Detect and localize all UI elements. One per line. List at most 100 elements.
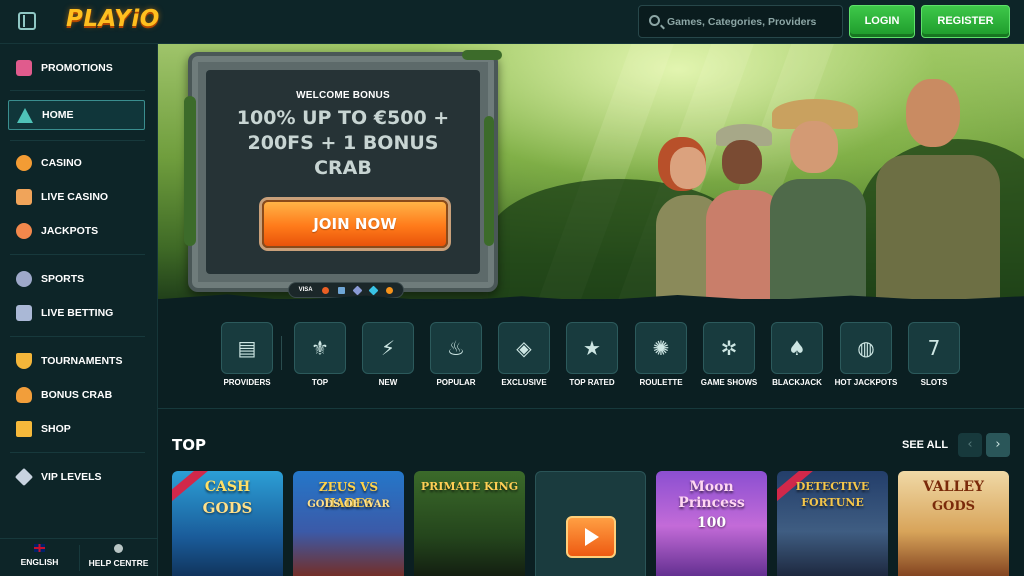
section-title-top: TOP	[172, 436, 206, 454]
divider	[10, 254, 145, 255]
uk-flag-icon	[34, 544, 45, 552]
trophy-icon	[16, 353, 32, 369]
game-title: CASH	[204, 479, 251, 495]
game-title: PRIMATE KING	[420, 480, 519, 493]
cards-icon	[16, 189, 32, 205]
category-new[interactable]: ⚡ NEW	[353, 322, 423, 388]
category-label: SLOTS	[920, 378, 948, 387]
sidebar-footer: ENGLISH HELP CENTRE	[0, 538, 158, 576]
category-slots[interactable]: 7 SLOTS	[899, 322, 969, 388]
divider	[10, 336, 145, 337]
sidebar-item-label: PROMOTIONS	[41, 62, 113, 74]
category-label: TOP RATED	[569, 378, 615, 387]
explorer-figure	[870, 79, 1000, 299]
category-exclusive[interactable]: ◈ EXCLUSIVE	[489, 322, 559, 388]
head	[722, 140, 762, 184]
bonus-kicker: WELCOME BONUS	[296, 90, 390, 101]
game-tile[interactable]: VALLEY GODS	[898, 471, 1009, 576]
category-label: ROULETTE	[639, 378, 683, 387]
explorer-figure	[766, 99, 866, 299]
slot-machine-icon: 7	[927, 336, 941, 360]
category-label: NEW	[378, 378, 398, 387]
search-box[interactable]	[638, 5, 843, 38]
roulette-icon: ✺	[652, 336, 670, 360]
game-subtitle: GODS	[931, 499, 976, 514]
sidebar-item-jackpots[interactable]: JACKPOTS	[8, 216, 145, 246]
see-all-link[interactable]: SEE ALL	[902, 439, 948, 451]
carousel-next-button[interactable]: ›	[986, 433, 1010, 457]
top-bar: PLAYiO LOGIN REGISTER	[0, 0, 1024, 44]
game-tile[interactable]: DETECTIVE FORTUNE	[777, 471, 888, 576]
category-hot-jackpots[interactable]: ◍ HOT JACKPOTS	[831, 322, 901, 388]
category-label: POPULAR	[436, 378, 476, 387]
wheel-icon: ✲	[720, 336, 738, 360]
join-now-button[interactable]: JOIN NOW	[262, 200, 448, 248]
sidebar-item-vip-levels[interactable]: VIP LEVELS	[8, 462, 145, 492]
sidebar-item-label: SHOP	[41, 423, 71, 435]
category-popular[interactable]: ♨ POPULAR	[421, 322, 491, 388]
divider	[10, 452, 145, 453]
body	[770, 179, 866, 299]
game-title: VALLEY	[923, 479, 984, 495]
sidebar-item-home[interactable]: HOME	[8, 100, 145, 130]
divider	[281, 336, 282, 370]
category-top[interactable]: ⚜ TOP	[285, 322, 355, 388]
body	[876, 155, 1000, 299]
divider	[10, 90, 145, 91]
help-centre-link[interactable]: HELP CENTRE	[79, 539, 158, 576]
head	[790, 121, 838, 173]
help-label: HELP CENTRE	[88, 558, 149, 568]
sidebar-item-tournaments[interactable]: TOURNAMENTS	[8, 346, 145, 376]
category-top-rated[interactable]: ★ TOP RATED	[557, 322, 627, 388]
sidebar-item-live-casino[interactable]: LIVE CASINO	[8, 182, 145, 212]
category-blackjack[interactable]: ♠ BLACKJACK	[762, 322, 832, 388]
search-icon	[649, 15, 660, 26]
divider	[10, 140, 145, 141]
bonus-headline-line: 200FS + 1 BONUS	[247, 132, 439, 154]
sidebar-item-label: VIP LEVELS	[41, 471, 102, 483]
category-label: TOP	[311, 378, 329, 387]
sidebar-item-sports[interactable]: SPORTS	[8, 264, 145, 294]
sidebar-item-label: JACKPOTS	[41, 225, 99, 237]
head	[670, 147, 706, 189]
crab-icon	[16, 387, 32, 403]
game-tile[interactable]: Moon Princess 100	[656, 471, 767, 576]
help-icon	[114, 544, 123, 553]
login-button[interactable]: LOGIN	[849, 5, 915, 38]
language-selector[interactable]: ENGLISH	[0, 539, 79, 576]
sidebar-item-label: HOME	[42, 109, 74, 121]
football-icon	[16, 271, 32, 287]
sidebar-item-label: BONUS CRAB	[41, 389, 113, 401]
sidebar-item-shop[interactable]: SHOP	[8, 414, 145, 444]
game-tile[interactable]: ZEUS VS HADES GODS OF WAR	[293, 471, 404, 576]
bank-icon	[337, 286, 345, 294]
category-game-shows[interactable]: ✲ GAME SHOWS	[694, 322, 764, 388]
category-providers[interactable]: ▤ PROVIDERS	[212, 322, 282, 388]
logo[interactable]: PLAYiO	[66, 6, 160, 32]
vine	[184, 96, 196, 246]
visa-icon: VISA	[298, 287, 313, 293]
sidebar-item-casino[interactable]: CASINO	[8, 148, 145, 178]
register-button[interactable]: REGISTER	[921, 5, 1010, 38]
bonus-headline: 100% UP TO €500 + 200FS + 1 BONUS CRAB	[206, 106, 480, 181]
sidebar-item-promotions[interactable]: PROMOTIONS	[8, 53, 145, 83]
bonus-headline-line: CRAB	[314, 157, 372, 179]
sidebar-item-live-betting[interactable]: LIVE BETTING	[8, 298, 145, 328]
sidebar-toggle-icon[interactable]	[18, 12, 36, 30]
sidebar-item-bonus-crab[interactable]: BONUS CRAB	[8, 380, 145, 410]
category-roulette[interactable]: ✺ ROULETTE	[626, 322, 696, 388]
main-content: WELCOME BONUS 100% UP TO €500 + 200FS + …	[158, 44, 1024, 576]
game-tile[interactable]: PRIMATE KING	[414, 471, 525, 576]
chip-icon	[16, 155, 32, 171]
sidebar-item-label: TOURNAMENTS	[41, 355, 123, 367]
hero-banner[interactable]: WELCOME BONUS 100% UP TO €500 + 200FS + …	[158, 44, 1024, 299]
category-label: BLACKJACK	[772, 378, 822, 387]
game-tile[interactable]: CASH GODS	[172, 471, 283, 576]
carousel-prev-button[interactable]: ‹	[958, 433, 982, 457]
fire-icon: ♨	[447, 336, 465, 360]
game-tile[interactable]	[535, 471, 646, 576]
category-label: GAME SHOWS	[700, 378, 758, 387]
mastercard-icon	[321, 286, 329, 294]
search-input[interactable]	[667, 6, 839, 37]
diamond-icon	[14, 467, 34, 487]
